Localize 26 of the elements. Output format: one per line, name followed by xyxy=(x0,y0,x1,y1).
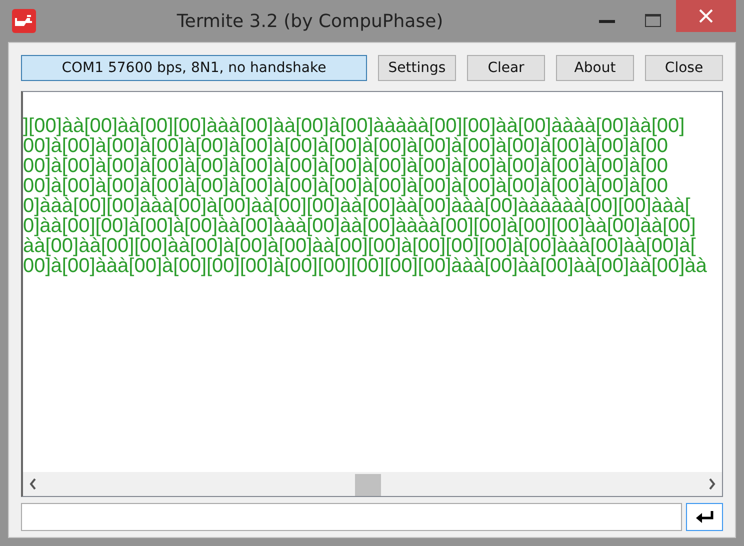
close-button[interactable] xyxy=(676,0,736,32)
terminal-line: 00]à[00]ààà[00]à[00][00][00]à[00][00][00][00][00]ààà[00]àà[00]àà[00]àà[00]àà xyxy=(23,256,707,276)
app-icon xyxy=(12,9,36,33)
scroll-right-icon[interactable] xyxy=(708,478,716,490)
toolbar-button[interactable]: Settings xyxy=(378,55,456,81)
send-button[interactable] xyxy=(686,503,723,531)
terminal-line: 0]àà[00][00]à[00]à[00]àà[00]ààà[00]àà[00]àààà[00][00]à[00][00]àà[00]àà[00] xyxy=(23,216,696,236)
minimize-icon xyxy=(599,19,615,23)
window-title: Termite 3.2 (by CompuPhase) xyxy=(176,10,444,34)
terminal-line: 00]à[00]à[00]à[00]à[00]à[00]à[00]à[00]à[00]à[00]à[00]à[00]à[00]à[00]à[00 xyxy=(23,136,668,156)
terminal-line: 00]à[00]à[00]à[00]à[00]à[00]à[00]à[00]à[00]à[00]à[00]à[00]à[00]à[00]à[00 xyxy=(23,156,668,176)
close-icon xyxy=(699,9,713,23)
terminal-line: 00]à[00]à[00]à[00]à[00]à[00]à[00]à[00]à[00]à[00]à[00]à[00]à[00]à[00]à[00 xyxy=(23,176,668,196)
scrollbar-thumb[interactable] xyxy=(355,474,381,496)
terminal-line: 0]ààà[00][00]ààà[00]à[00]àà[00][00]àà[00]àà[00]ààà[00]àààààà[00][00]ààà[ xyxy=(23,196,690,216)
toolbar-button[interactable]: Clear xyxy=(467,55,545,81)
toolbar-button[interactable]: Close xyxy=(645,55,723,81)
enter-icon xyxy=(694,510,714,524)
terminal-line: àà[00]àà[00][00]àà[00]à[00]à[00]àà[00][00]à[00][00][00]à[00]ààà[00]àà[00]à[ xyxy=(23,236,696,256)
scroll-left-icon[interactable] xyxy=(29,478,37,490)
connection-button[interactable]: COM1 57600 bps, 8N1, no handshake xyxy=(21,55,367,81)
terminal-line: ][00]àà[00]àà[00][00]ààà[00]àà[00]à[00]ààààà[00][00]àà[00]àààà[00]àà[00] xyxy=(23,116,685,136)
horizontal-scrollbar[interactable] xyxy=(23,472,722,496)
input-field[interactable] xyxy=(21,503,682,531)
toolbar-button[interactable]: About xyxy=(556,55,634,81)
maximize-icon xyxy=(645,14,661,28)
